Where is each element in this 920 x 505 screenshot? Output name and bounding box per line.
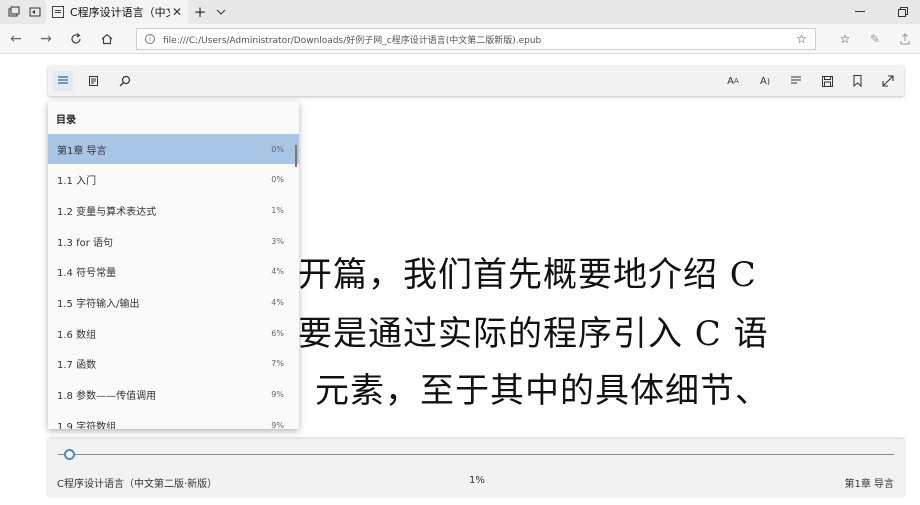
active-tab[interactable]: C程序设计语言（中文第 ✕ — [46, 0, 188, 24]
toc-item-percent: 0% — [271, 144, 284, 154]
toc-item-percent: 0% — [271, 175, 284, 185]
page-icon — [52, 6, 64, 18]
toc-item-label: 1.4 符号常量 — [57, 268, 117, 280]
save-icon[interactable] — [817, 71, 837, 91]
toc-item-label: 1.1 入门 — [57, 176, 97, 188]
tab-title: C程序设计语言（中文第 — [70, 6, 170, 19]
toc-item-percent: 6% — [271, 328, 284, 338]
address-bar[interactable]: i file:///C:/Users/Administrator/Downloa… — [136, 28, 816, 50]
search-icon[interactable] — [115, 71, 135, 91]
toc-item-percent: 7% — [271, 359, 284, 369]
progress-panel: C程序设计语言（中文第二版·新版） 1% 第1章 导言 — [48, 439, 904, 497]
fullscreen-icon[interactable] — [878, 71, 898, 91]
toc-item[interactable]: 1.8 参数——传值调用 9% — [48, 380, 299, 410]
toc-item[interactable]: 1.2 变量与算术表达式 1% — [48, 195, 299, 225]
table-of-contents-icon[interactable] — [53, 71, 73, 91]
toc-item[interactable]: 1.9 字符数组 9% — [48, 410, 299, 429]
share-icon[interactable] — [895, 29, 915, 49]
forward-arrow-icon[interactable]: → — [36, 29, 56, 49]
toc-item[interactable]: 1.6 数组 6% — [48, 318, 299, 348]
tabs-aside-icon[interactable] — [26, 3, 44, 21]
book-title: C程序设计语言（中文第二版·新版） — [57, 479, 218, 490]
back-arrow-icon[interactable]: ← — [6, 29, 26, 49]
toc-item-label: 第1章 导言 — [57, 145, 107, 157]
read-aloud-icon[interactable]: A) — [755, 71, 775, 91]
home-icon[interactable] — [97, 29, 117, 49]
toc-item-percent: 4% — [271, 267, 284, 277]
content-line: 要是通过实际的程序引入 C 语 — [298, 314, 769, 354]
restore-icon[interactable] — [893, 2, 913, 22]
tab-actions-icon[interactable] — [5, 3, 23, 21]
toc-item-percent: 4% — [271, 298, 284, 307]
refresh-icon[interactable] — [66, 29, 86, 49]
toc-heading: 目录 — [56, 115, 76, 126]
progress-slider-thumb[interactable] — [64, 449, 76, 460]
current-chapter: 第1章 导言 — [844, 479, 894, 490]
bookmark-icon[interactable] — [847, 71, 867, 91]
tab-strip: C程序设计语言（中文第 ✕ + — [0, 0, 920, 24]
progress-track[interactable] — [58, 454, 894, 455]
toc-item-label: 1.7 函数 — [57, 360, 97, 372]
toc-item-percent: 9% — [271, 420, 284, 429]
navigation-bar: ← → i file:///C:/Users/Administrator/Dow… — [0, 24, 920, 54]
toc-item-label: 1.9 字符数组 — [57, 421, 117, 429]
toc-item-label: 1.5 字符输入/输出 — [57, 299, 140, 310]
minimize-icon[interactable] — [850, 2, 870, 22]
toc-item[interactable]: 1.7 函数 7% — [48, 349, 299, 379]
toc-item-label: 1.2 变量与算术表达式 — [57, 206, 157, 218]
content-line: 元素，至于其中的具体细节、 — [315, 371, 770, 411]
notes-pen-icon[interactable]: ✎ — [865, 29, 885, 49]
address-url: file:///C:/Users/Administrator/Downloads… — [163, 35, 542, 46]
content-line: 开篇，我们首先概要地介绍 C — [298, 255, 757, 295]
toc-item[interactable]: 第1章 导言 0% — [48, 134, 299, 164]
favorites-icon[interactable]: ☆ — [835, 29, 855, 49]
toc-item-label: 1.6 数组 — [57, 329, 97, 341]
toc-item[interactable]: 1.4 符号常量 4% — [48, 257, 299, 287]
notes-icon[interactable] — [84, 71, 104, 91]
reader-toolbar: AA A) — [48, 66, 904, 96]
toc-panel: 目录 第1章 导言 0% 1.1 入门 0% 1.2 变量与算术表达式 1% 1.3 for… — [48, 101, 299, 429]
close-tab-icon[interactable]: ✕ — [172, 5, 182, 19]
new-tab-icon[interactable]: + — [191, 3, 209, 21]
toc-item[interactable]: 1.1 入门 0% — [48, 165, 299, 195]
favorite-star-icon[interactable]: ☆ — [796, 32, 807, 46]
toc-item-percent: 3% — [271, 236, 284, 246]
toc-item[interactable]: 1.3 for 语句 3% — [48, 226, 299, 256]
progress-percent: 1% — [469, 475, 485, 486]
toc-item-label: 1.8 参数——传值调用 — [57, 391, 157, 403]
toc-item[interactable]: 1.5 字符输入/输出 4% — [48, 288, 299, 318]
info-icon[interactable]: i — [145, 34, 155, 44]
tab-list-chevron-down-icon[interactable] — [212, 3, 230, 21]
toc-item-label: 1.3 for 语句 — [57, 237, 114, 249]
toc-item-percent: 9% — [271, 390, 284, 400]
toc-scrollbar[interactable] — [295, 145, 297, 167]
toc-item-percent: 1% — [271, 205, 284, 215]
text-options-icon[interactable]: AA — [723, 71, 743, 91]
grammar-tools-icon[interactable] — [786, 71, 806, 91]
